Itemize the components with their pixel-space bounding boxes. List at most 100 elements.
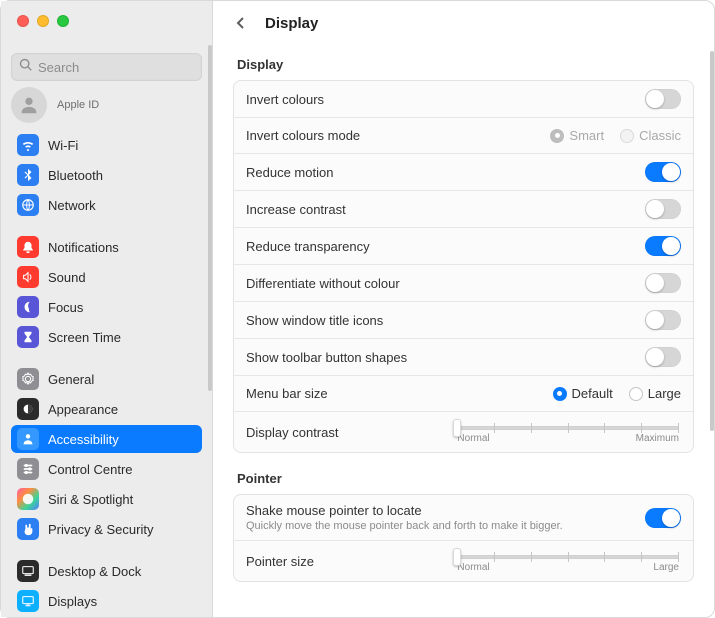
invert-colours-mode-radio-smart: Smart: [550, 128, 604, 143]
menu-bar-size-radio-default[interactable]: Default: [553, 386, 613, 401]
sidebar-item-label: Screen Time: [48, 330, 121, 345]
sidebar-item-bluetooth[interactable]: Bluetooth: [11, 161, 202, 189]
radio-label: Smart: [569, 128, 604, 143]
sidebar-item-label: Wi-Fi: [48, 138, 78, 153]
settings-group: Invert colours Invert colours mode Smart Cl…: [233, 80, 694, 453]
row-label: Increase contrast: [246, 202, 635, 217]
increase-contrast-toggle[interactable]: [645, 199, 681, 219]
row-reduce-motion: Reduce motion: [234, 154, 693, 191]
sidebar-item-label: Notifications: [48, 240, 119, 255]
page-title: Display: [265, 15, 318, 32]
menu-bar-size-radios: Default Large: [553, 386, 681, 401]
row-differentiate-without-colour: Differentiate without colour: [234, 265, 693, 302]
sidebar-item-label: General: [48, 372, 94, 387]
sidebar-item-displays[interactable]: Displays: [11, 587, 202, 615]
sidebar-item-appearance[interactable]: Appearance: [11, 395, 202, 423]
slider-min-label: Normal: [457, 433, 489, 444]
apple-id-item[interactable]: Apple ID: [1, 87, 212, 129]
sidebar-item-privacy-security[interactable]: Privacy & Security: [11, 515, 202, 543]
gear-icon: [17, 368, 39, 390]
row-label: Differentiate without colour: [246, 276, 635, 291]
reduce-transparency-toggle[interactable]: [645, 236, 681, 256]
slider-max-label: Large: [653, 562, 679, 573]
row-label: Menu bar size: [246, 386, 543, 401]
row-show-window-title-icons: Show window title icons: [234, 302, 693, 339]
siri-icon: [17, 488, 39, 510]
minimize-window-button[interactable]: [37, 15, 49, 27]
main-content: DisplayInvert coloursInvert colours mode…: [213, 45, 714, 617]
shake-pointer-toggle[interactable]: [645, 508, 681, 528]
invert-colours-mode-radios: Smart Classic: [550, 128, 681, 143]
hand-icon: [17, 518, 39, 540]
dock-icon: [17, 560, 39, 582]
bell-icon: [17, 236, 39, 258]
show-toolbar-button-shapes-toggle[interactable]: [645, 347, 681, 367]
sidebar-item-label: Focus: [48, 300, 83, 315]
sidebar: Apple ID Wi-Fi Bluetooth Network Notificati…: [1, 1, 213, 617]
sidebar-item-label: Siri & Spotlight: [48, 492, 133, 507]
row-label: Display contrast: [246, 425, 447, 440]
invert-colours-mode-radio-classic: Classic: [620, 128, 681, 143]
radio-indicator: [629, 387, 643, 401]
network-icon: [17, 194, 39, 216]
sidebar-item-sound[interactable]: Sound: [11, 263, 202, 291]
sidebar-item-label: Displays: [48, 594, 97, 609]
sidebar-item-siri-spotlight[interactable]: Siri & Spotlight: [11, 485, 202, 513]
window: Apple ID Wi-Fi Bluetooth Network Notificati…: [0, 0, 715, 618]
invert-colours-toggle[interactable]: [645, 89, 681, 109]
section-heading: Pointer: [237, 471, 690, 486]
sidebar-item-label: Desktop & Dock: [48, 564, 141, 579]
close-window-button[interactable]: [17, 15, 29, 27]
reduce-motion-toggle[interactable]: [645, 162, 681, 182]
sidebar-scrollbar[interactable]: [208, 45, 212, 391]
row-label: Show toolbar button shapes: [246, 350, 635, 365]
sidebar-item-screen-time[interactable]: Screen Time: [11, 323, 202, 351]
slider-min-label: Normal: [457, 562, 489, 573]
pointer-size-slider[interactable]: Normal Large: [457, 549, 681, 573]
sidebar-item-network[interactable]: Network: [11, 191, 202, 219]
fullscreen-window-button[interactable]: [57, 15, 69, 27]
sidebar-item-notifications[interactable]: Notifications: [11, 233, 202, 261]
menu-bar-size-radio-large[interactable]: Large: [629, 386, 681, 401]
display-contrast-slider[interactable]: NormalMaximum: [457, 420, 681, 444]
row-show-toolbar-button-shapes: Show toolbar button shapes: [234, 339, 693, 376]
sidebar-item-label: Sound: [48, 270, 86, 285]
search-icon: [19, 58, 33, 77]
search-field[interactable]: [11, 53, 202, 81]
moon-icon: [17, 296, 39, 318]
row-label: Invert colours: [246, 92, 635, 107]
sidebar-item-general[interactable]: General: [11, 365, 202, 393]
differentiate-without-colour-toggle[interactable]: [645, 273, 681, 293]
sidebar-list: Wi-Fi Bluetooth Network Notifications Sound F…: [1, 129, 212, 617]
row-shake-pointer: Shake mouse pointer to locateQuickly mov…: [234, 495, 693, 541]
search-input[interactable]: [38, 60, 214, 75]
sliders-icon: [17, 458, 39, 480]
row-label: Pointer size: [246, 554, 447, 569]
show-window-title-icons-toggle[interactable]: [645, 310, 681, 330]
row-label: Reduce transparency: [246, 239, 635, 254]
row-label: Invert colours mode: [246, 128, 540, 143]
sidebar-item-desktop-dock[interactable]: Desktop & Dock: [11, 557, 202, 585]
row-label: Reduce motion: [246, 165, 635, 180]
sidebar-item-label: Privacy & Security: [48, 522, 153, 537]
row-label: Shake mouse pointer to locate: [246, 503, 635, 518]
sidebar-item-accessibility[interactable]: Accessibility: [11, 425, 202, 453]
display-icon: [17, 590, 39, 612]
slider-knob[interactable]: [453, 548, 461, 566]
row-invert-colours: Invert colours: [234, 81, 693, 118]
sidebar-item-label: Control Centre: [48, 462, 133, 477]
main-scrollbar[interactable]: [710, 51, 714, 431]
back-button[interactable]: [229, 11, 253, 35]
sidebar-item-label: Network: [48, 198, 96, 213]
radio-label: Classic: [639, 128, 681, 143]
row-invert-colours-mode: Invert colours mode Smart Classic: [234, 118, 693, 154]
sidebar-item-wifi[interactable]: Wi-Fi: [11, 131, 202, 159]
appearance-icon: [17, 398, 39, 420]
slider-knob[interactable]: [453, 419, 461, 437]
sidebar-item-focus[interactable]: Focus: [11, 293, 202, 321]
wifi-icon: [17, 134, 39, 156]
radio-indicator: [550, 129, 564, 143]
sidebar-item-control-centre[interactable]: Control Centre: [11, 455, 202, 483]
radio-indicator: [553, 387, 567, 401]
radio-label: Large: [648, 386, 681, 401]
